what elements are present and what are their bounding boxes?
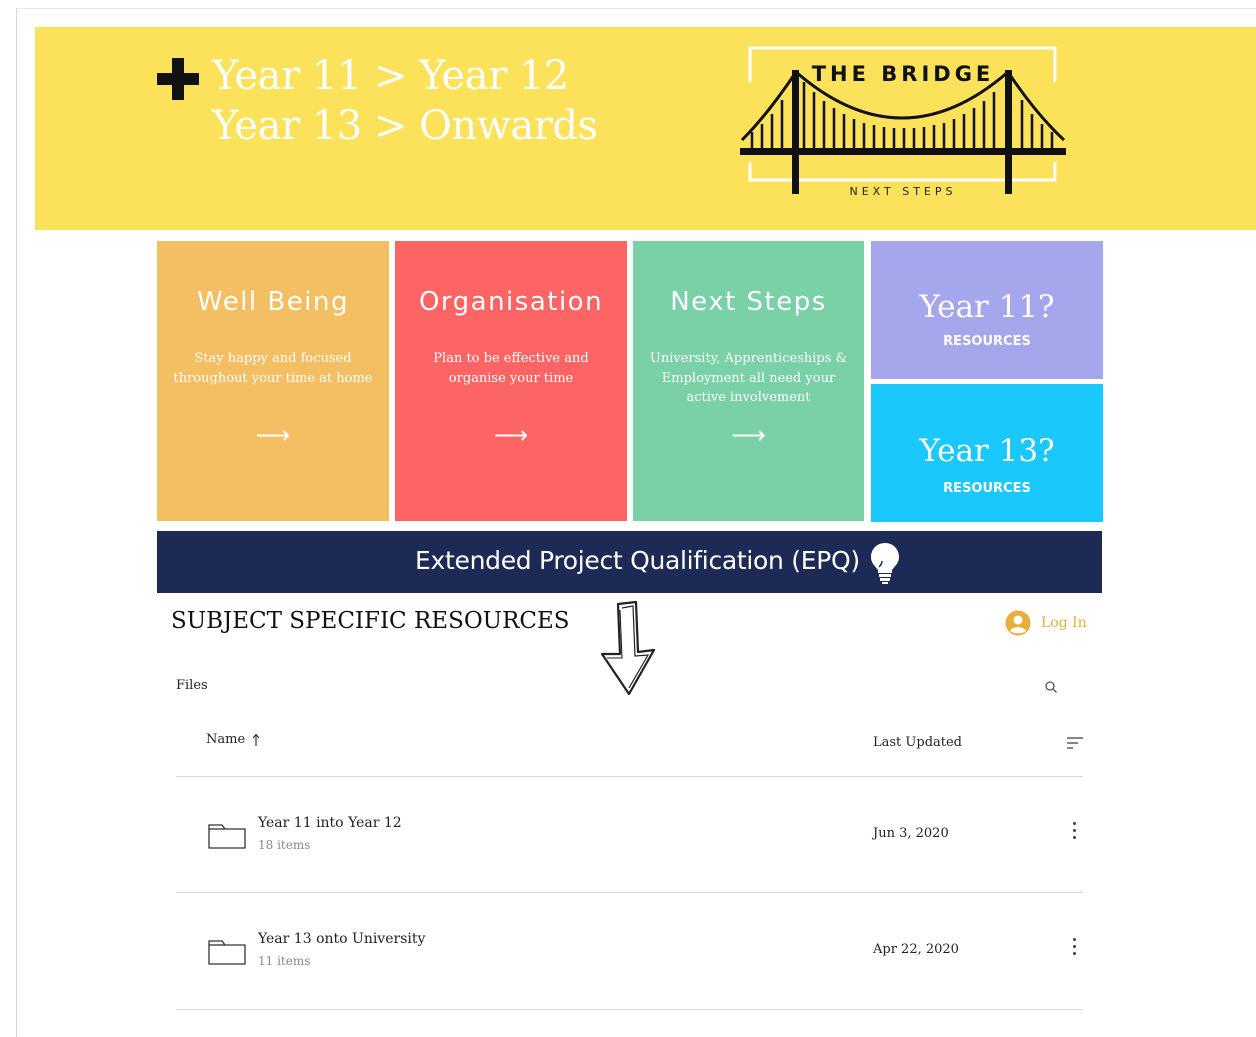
banner-heading-line-2: Year 13 > Onwards [212, 103, 598, 149]
tile-title: Well Being [197, 287, 349, 317]
right-arrow-icon: ⟶ [255, 421, 291, 449]
epq-label: Extended Project Qualification (EPQ) [415, 546, 860, 575]
folder-name: Year 13 onto University [258, 931, 426, 947]
plus-icon [157, 58, 199, 100]
folder-last-updated: Apr 22, 2020 [873, 942, 959, 957]
search-icon[interactable] [1044, 680, 1058, 694]
sort-ascending-icon [252, 733, 260, 746]
more-options-icon[interactable] [1069, 935, 1081, 957]
folder-item-count: 11 items [258, 954, 311, 968]
bridge-logo[interactable]: THE BRIDGE NEXT STEPS [738, 44, 1068, 204]
user-avatar-icon [1005, 610, 1031, 636]
year-13-resources-tile[interactable]: Year 13? RESOURCES [871, 384, 1103, 522]
tile-description: Plan to be effective and organise your t… [433, 351, 589, 386]
right-arrow-icon: ⟶ [731, 421, 766, 449]
name-column-header[interactable]: Name [206, 732, 260, 747]
last-updated-column-header[interactable]: Last Updated [873, 735, 962, 750]
tile-title: Year 11? [919, 289, 1055, 325]
right-arrow-icon: ⟶ [493, 421, 529, 449]
folder-item-count: 18 items [258, 838, 311, 852]
tile-subtitle: RESOURCES [943, 334, 1031, 349]
organisation-tile[interactable]: Organisation Plan to be effective and or… [395, 241, 627, 521]
next-steps-tile[interactable]: Next Steps University, Apprenticeships &… [633, 241, 864, 521]
table-row[interactable]: Year 11 into Year 12 18 items Jun 3, 202… [176, 777, 1083, 892]
tile-subtitle: RESOURCES [943, 481, 1031, 496]
tile-title: Year 13? [919, 433, 1055, 469]
login-label: Log In [1041, 615, 1087, 631]
login-button[interactable]: Log In [1005, 609, 1087, 637]
tile-description: University, Apprenticeships & Employment… [649, 351, 848, 405]
sort-options-icon[interactable] [1066, 736, 1084, 750]
down-arrow-icon [600, 600, 656, 696]
folder-icon [208, 940, 246, 965]
logo-subtitle: NEXT STEPS [849, 185, 957, 198]
tile-description: Stay happy and focused throughout your t… [173, 351, 373, 386]
year-11-resources-tile[interactable]: Year 11? RESOURCES [871, 241, 1103, 379]
table-divider [176, 1009, 1083, 1010]
section-title: SUBJECT SPECIFIC RESOURCES [171, 608, 570, 634]
well-being-tile[interactable]: Well Being Stay happy and focused throug… [157, 241, 389, 521]
banner-heading-line-1: Year 11 > Year 12 [212, 53, 569, 99]
tile-title: Organisation [418, 287, 604, 317]
logo-title: THE BRIDGE [811, 62, 995, 86]
folder-last-updated: Jun 3, 2020 [873, 826, 949, 841]
epq-banner[interactable]: Extended Project Qualification (EPQ) [157, 531, 1102, 593]
tile-title: Next Steps [670, 287, 827, 317]
name-column-label: Name [206, 732, 246, 747]
folder-name: Year 11 into Year 12 [258, 815, 402, 831]
files-label: Files [176, 678, 208, 693]
folder-icon [208, 824, 246, 849]
lightbulb-icon [871, 543, 899, 584]
more-options-icon[interactable] [1069, 819, 1081, 841]
table-row[interactable]: Year 13 onto University 11 items Apr 22,… [176, 893, 1083, 1008]
